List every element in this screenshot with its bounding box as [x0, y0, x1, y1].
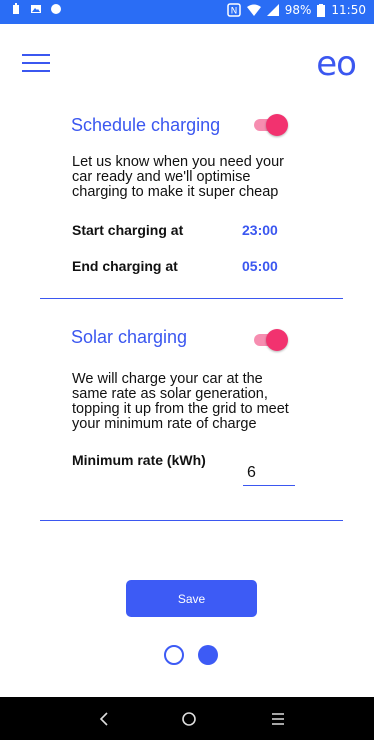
end-charging-label: End charging at — [72, 258, 178, 274]
page-indicator-dot-1[interactable] — [164, 645, 184, 665]
description-line: charging to make it super cheap — [72, 184, 279, 200]
app-bar: eo — [0, 24, 374, 94]
start-charging-label: Start charging at — [72, 222, 184, 238]
section-divider — [40, 298, 343, 299]
section-divider — [40, 520, 343, 521]
schedule-charging-title: Schedule charging — [71, 115, 221, 135]
minimum-rate-input[interactable] — [243, 461, 295, 486]
description-line: We will charge your car at the — [72, 371, 263, 387]
start-charging-time[interactable]: 23:00 — [242, 222, 278, 238]
description-line: Let us know when you need your — [72, 154, 284, 170]
schedule-charging-toggle[interactable] — [252, 114, 288, 136]
signal-icon — [266, 4, 279, 16]
schedule-charging-description: Let us know when you need your car ready… — [72, 155, 352, 200]
battery-percent: 98% — [284, 3, 312, 17]
hamburger-menu-icon[interactable] — [22, 54, 50, 74]
description-line: topping it up from the grid to meet — [72, 401, 289, 417]
save-button[interactable]: Save — [126, 580, 257, 617]
status-bar: N 98% 11:50 — [0, 0, 374, 24]
solar-charging-description: We will charge your car at the same rate… — [72, 372, 352, 432]
charging-icon — [13, 3, 19, 14]
description-line: same rate as solar generation, — [72, 386, 268, 402]
description-line: car ready and we'll optimise — [72, 169, 251, 185]
end-charging-time[interactable]: 05:00 — [242, 258, 278, 274]
solar-charging-title: Solar charging — [71, 327, 188, 347]
menu-icon[interactable] — [266, 707, 290, 731]
eo-logo: eo — [316, 44, 357, 84]
circle-icon — [51, 4, 61, 14]
battery-icon — [317, 3, 326, 17]
clock: 11:50 — [331, 3, 366, 17]
image-icon — [31, 5, 41, 13]
minimum-rate-label: Minimum rate (kWh) — [72, 452, 206, 468]
description-line: your minimum rate of charge — [72, 416, 257, 432]
home-icon[interactable] — [177, 707, 201, 731]
svg-text:N: N — [230, 7, 237, 17]
page-indicator-dot-2-active[interactable] — [198, 645, 218, 665]
wifi-icon — [246, 4, 261, 16]
solar-charging-toggle[interactable] — [252, 329, 288, 351]
nfc-icon: N — [226, 3, 241, 17]
navigation-bar — [0, 697, 374, 740]
back-icon[interactable] — [92, 707, 116, 731]
